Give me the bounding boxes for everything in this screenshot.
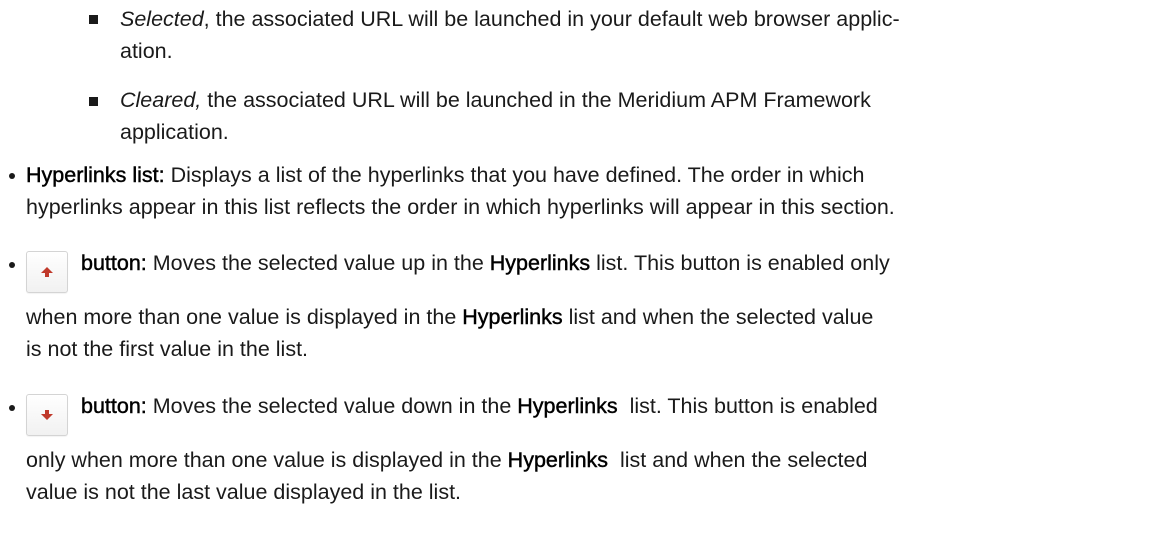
move-down-line3: value is not the last value displayed in… xyxy=(26,480,462,504)
term-button: button: xyxy=(81,251,147,275)
sub-item-selected-line2: ation. xyxy=(120,39,173,63)
move-down-line1: button: Moves the selected value down in… xyxy=(81,393,878,420)
sub-item-selected-line1: Selected, the associated URL will be lau… xyxy=(120,6,900,33)
move-down-text: only when more than one value is display… xyxy=(26,448,508,472)
term-cleared: Cleared, xyxy=(120,88,202,112)
move-down-text: list and when the selected xyxy=(608,448,868,472)
move-up-line2: when more than one value is displayed in… xyxy=(26,304,873,331)
term-hyperlinks-list: Hyperlinks list: xyxy=(26,163,165,187)
move-up-text: list and when the selected value xyxy=(562,305,874,329)
term-button: button: xyxy=(81,394,147,418)
move-down-button[interactable] xyxy=(26,394,68,436)
hyperlinks-list-line2: hyperlinks appear in this list reflects … xyxy=(26,195,895,219)
move-up-text: Moves the selected value up in the xyxy=(146,251,490,275)
move-down-text: list. This button is enabled xyxy=(617,394,878,418)
move-up-line3: is not the first value in the list. xyxy=(26,337,309,361)
term-hyperlinks: Hyperlinks xyxy=(462,305,563,329)
round-bullet xyxy=(9,405,15,411)
move-down-text: Moves the selected value down in the xyxy=(146,394,518,418)
sub-item-text: the associated URL will be launched in t… xyxy=(201,88,871,112)
term-hyperlinks: Hyperlinks xyxy=(507,448,609,472)
move-up-line1: button: Moves the selected value up in t… xyxy=(81,250,890,277)
hyperlinks-list-line1: Hyperlinks list: Displays a list of the … xyxy=(26,162,865,189)
hyperlinks-list-text: Displays a list of the hyperlinks that y… xyxy=(164,163,865,187)
move-up-text: list. This button is enabled only xyxy=(590,251,890,275)
move-up-text: when more than one value is displayed in… xyxy=(26,305,463,329)
square-bullet xyxy=(89,15,98,24)
arrow-down-icon xyxy=(41,410,53,420)
move-up-button[interactable] xyxy=(26,251,68,293)
round-bullet xyxy=(9,262,15,268)
term-hyperlinks: Hyperlinks xyxy=(489,251,591,275)
arrow-up-icon xyxy=(41,267,53,277)
sub-item-cleared-line2: application. xyxy=(120,120,229,144)
round-bullet xyxy=(9,173,15,179)
term-hyperlinks: Hyperlinks xyxy=(517,394,618,418)
sub-item-cleared-line1: Cleared, the associated URL will be laun… xyxy=(120,87,871,114)
sub-item-text: , the associated URL will be launched in… xyxy=(203,7,900,31)
square-bullet xyxy=(89,97,98,106)
term-selected: Selected xyxy=(120,7,204,31)
move-down-line2: only when more than one value is display… xyxy=(26,447,867,474)
